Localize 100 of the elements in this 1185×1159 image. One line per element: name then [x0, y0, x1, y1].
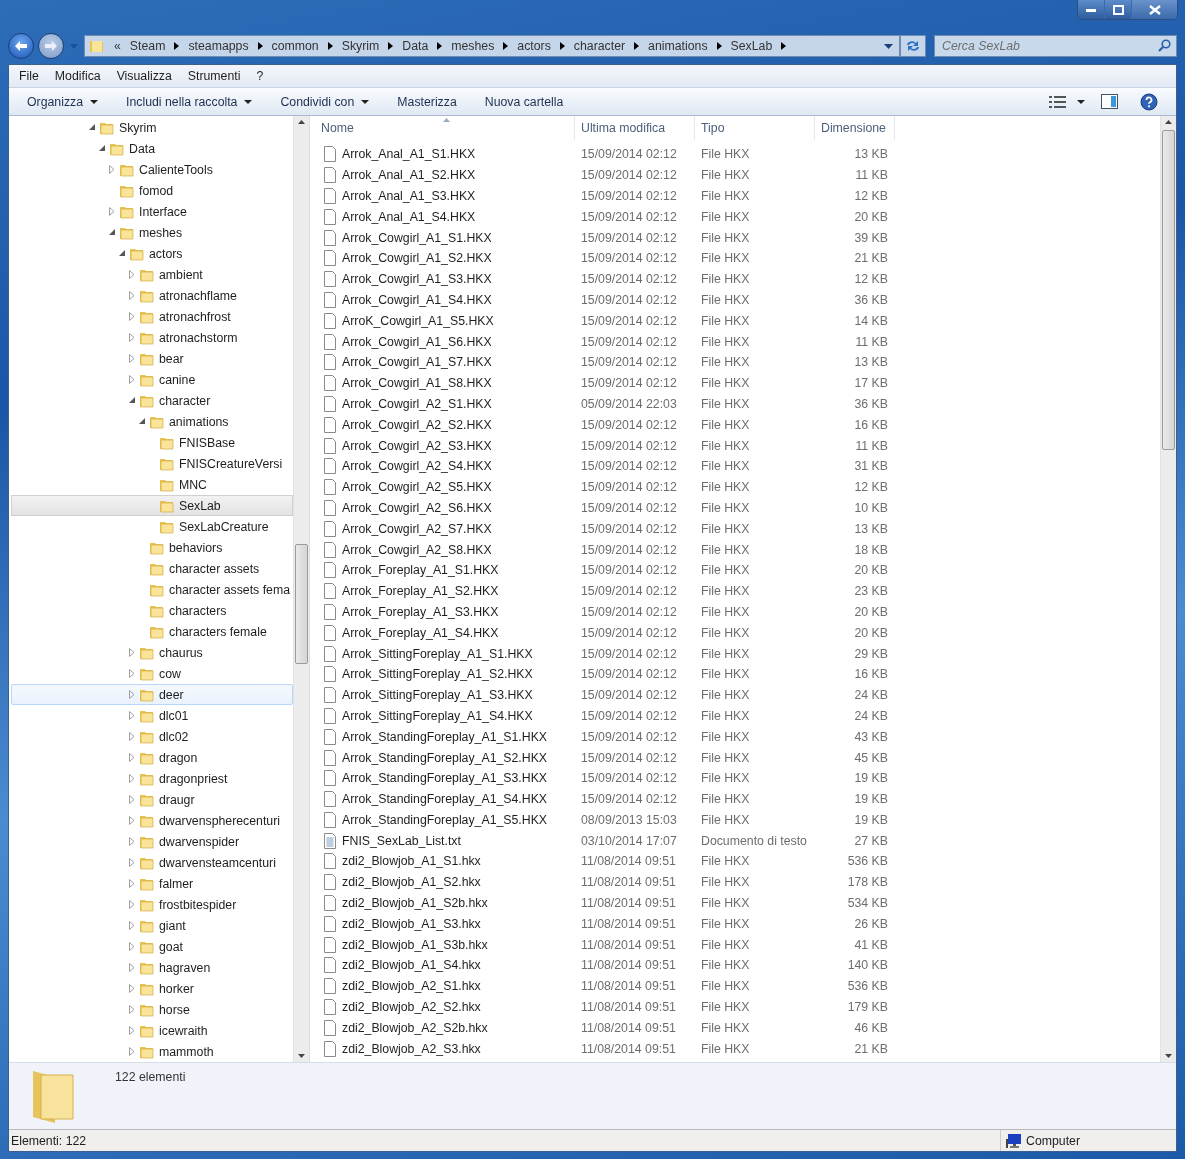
collapsed-arrow-icon[interactable]	[129, 984, 135, 993]
collapsed-arrow-icon[interactable]	[129, 1047, 135, 1056]
tree-item[interactable]: mammoth	[11, 1041, 293, 1062]
menu-item[interactable]: ?	[248, 69, 272, 83]
dropdown-arrow-icon[interactable]	[884, 43, 893, 49]
collapsed-arrow-icon[interactable]	[129, 837, 135, 846]
file-name[interactable]: zdi2_Blowjob_A1_S4.hkx	[342, 958, 481, 973]
collapsed-arrow-icon[interactable]	[129, 648, 135, 657]
breadcrumb-item[interactable]: character	[573, 39, 626, 53]
tree-item[interactable]: atronachfrost	[11, 306, 293, 327]
tree-item[interactable]: characters female	[11, 621, 293, 642]
collapsed-arrow-icon[interactable]	[129, 921, 135, 930]
collapsed-arrow-icon[interactable]	[129, 711, 135, 720]
file-name[interactable]: Arrok_Cowgirl_A1_S2.HKX	[342, 251, 492, 266]
column-header[interactable]: Ultima modifica	[575, 116, 695, 140]
breadcrumb-overflow[interactable]: «	[114, 39, 121, 53]
file-name[interactable]: Arrok_Anal_A1_S4.HKX	[342, 209, 476, 224]
column-header[interactable]: Dimensione	[815, 116, 895, 140]
menu-item[interactable]: Modifica	[46, 69, 109, 83]
file-name[interactable]: Arrok_Foreplay_A1_S3.HKX	[342, 604, 499, 619]
tree-item[interactable]: bear	[11, 348, 293, 369]
file-name[interactable]: Arrok_StandingForeplay_A1_S2.HKX	[342, 750, 548, 765]
collapsed-arrow-icon[interactable]	[129, 942, 135, 951]
file-name[interactable]: Arrok_StandingForeplay_A1_S5.HKX	[342, 812, 548, 827]
menu-item[interactable]: File	[11, 69, 47, 83]
tree-item[interactable]: character assets fema	[11, 579, 293, 600]
file-name[interactable]: Arrok_Cowgirl_A2_S2.HKX	[342, 417, 492, 432]
file-name[interactable]: Arrok_Anal_A1_S1.HKX	[342, 147, 476, 162]
tree-item[interactable]: deer	[11, 684, 293, 705]
tree-item[interactable]: dragon	[11, 747, 293, 768]
tree-item[interactable]: dlc01	[11, 705, 293, 726]
tree-item[interactable]: frostbitespider	[11, 894, 293, 915]
file-name[interactable]: Arrok_StandingForeplay_A1_S4.HKX	[342, 792, 548, 807]
scroll-thumb[interactable]	[1162, 130, 1175, 450]
collapsed-arrow-icon[interactable]	[109, 207, 115, 216]
tree-item[interactable]: FNISBase	[11, 432, 293, 453]
collapsed-arrow-icon[interactable]	[129, 354, 135, 363]
collapsed-arrow-icon[interactable]	[129, 795, 135, 804]
address-bar[interactable]: « Steam steamapps common Skyrim Data meshes actors character animations SexLab	[84, 35, 900, 57]
collapsed-arrow-icon[interactable]	[129, 963, 135, 972]
tree-item[interactable]: horker	[11, 978, 293, 999]
file-name[interactable]: Arrok_Cowgirl_A2_S6.HKX	[342, 500, 492, 515]
tree-item[interactable]: giant	[11, 915, 293, 936]
file-name[interactable]: Arrok_SittingForeplay_A1_S4.HKX	[342, 708, 533, 723]
file-name[interactable]: Arrok_Cowgirl_A2_S1.HKX	[342, 396, 492, 411]
column-header[interactable]: Tipo	[695, 116, 815, 140]
collapsed-arrow-icon[interactable]	[109, 165, 115, 174]
file-name[interactable]: zdi2_Blowjob_A1_S3.hkx	[342, 916, 481, 931]
tree-item[interactable]: Data	[11, 138, 293, 159]
scrollbar[interactable]	[1160, 116, 1176, 1062]
chevron-right-icon[interactable]	[716, 42, 722, 50]
tree-item[interactable]: falmer	[11, 873, 293, 894]
tree-item[interactable]: canine	[11, 369, 293, 390]
file-name[interactable]: zdi2_Blowjob_A1_S3b.hkx	[342, 937, 488, 952]
collapsed-arrow-icon[interactable]	[129, 291, 135, 300]
menu-item[interactable]: Visualizza	[108, 69, 180, 83]
forward-button[interactable]	[38, 33, 64, 59]
caret-icon[interactable]	[1077, 99, 1085, 104]
toolbar-button[interactable]: Includi nella raccolta	[116, 89, 263, 114]
file-name[interactable]: Arrok_StandingForeplay_A1_S3.HKX	[342, 771, 548, 786]
tree-item[interactable]: behaviors	[11, 537, 293, 558]
tree-item[interactable]: FNISCreatureVersi	[11, 453, 293, 474]
collapsed-arrow-icon[interactable]	[129, 900, 135, 909]
breadcrumb-item[interactable]: meshes	[451, 39, 495, 53]
maximize-button[interactable]	[1105, 0, 1132, 19]
file-name[interactable]: Arrok_Cowgirl_A1_S3.HKX	[342, 272, 492, 287]
collapsed-arrow-icon[interactable]	[129, 375, 135, 384]
toolbar-button[interactable]: Masterizza	[387, 89, 467, 114]
close-button[interactable]	[1132, 0, 1177, 19]
tree-item[interactable]: animations	[11, 411, 293, 432]
expanded-arrow-icon[interactable]	[128, 397, 136, 404]
chevron-right-icon[interactable]	[174, 42, 180, 50]
file-name[interactable]: Arrok_Cowgirl_A2_S4.HKX	[342, 459, 492, 474]
file-name[interactable]: Arrok_Cowgirl_A1_S4.HKX	[342, 292, 492, 307]
chevron-right-icon[interactable]	[257, 42, 263, 50]
tree-item[interactable]: ambient	[11, 264, 293, 285]
file-name[interactable]: Arrok_Foreplay_A1_S4.HKX	[342, 625, 499, 640]
tree-item[interactable]: draugr	[11, 789, 293, 810]
tree-item[interactable]: atronachflame	[11, 285, 293, 306]
expanded-arrow-icon[interactable]	[88, 124, 96, 131]
collapsed-arrow-icon[interactable]	[129, 669, 135, 678]
file-name[interactable]: zdi2_Blowjob_A2_S2.hkx	[342, 1000, 481, 1015]
collapsed-arrow-icon[interactable]	[129, 774, 135, 783]
back-button[interactable]	[8, 33, 34, 59]
tree-item[interactable]: MNC	[11, 474, 293, 495]
breadcrumb-item[interactable]: common	[271, 39, 319, 53]
breadcrumb-item[interactable]: Skyrim	[341, 39, 380, 53]
file-name[interactable]: Arrok_Cowgirl_A2_S7.HKX	[342, 521, 492, 536]
collapsed-arrow-icon[interactable]	[129, 858, 135, 867]
breadcrumb-item[interactable]: animations	[648, 39, 708, 53]
tree-item[interactable]: meshes	[11, 222, 293, 243]
tree-item[interactable]: atronachstorm	[11, 327, 293, 348]
scrollbar[interactable]	[293, 116, 309, 1062]
chevron-right-icon[interactable]	[634, 42, 640, 50]
file-name[interactable]: Arrok_Cowgirl_A2_S5.HKX	[342, 480, 492, 495]
search-field[interactable]: Cerca SexLab	[934, 35, 1177, 57]
breadcrumb-item[interactable]: steamapps	[188, 39, 249, 53]
breadcrumb-item[interactable]: Steam	[129, 39, 166, 53]
tree-item[interactable]: cow	[11, 663, 293, 684]
collapsed-arrow-icon[interactable]	[129, 690, 135, 699]
